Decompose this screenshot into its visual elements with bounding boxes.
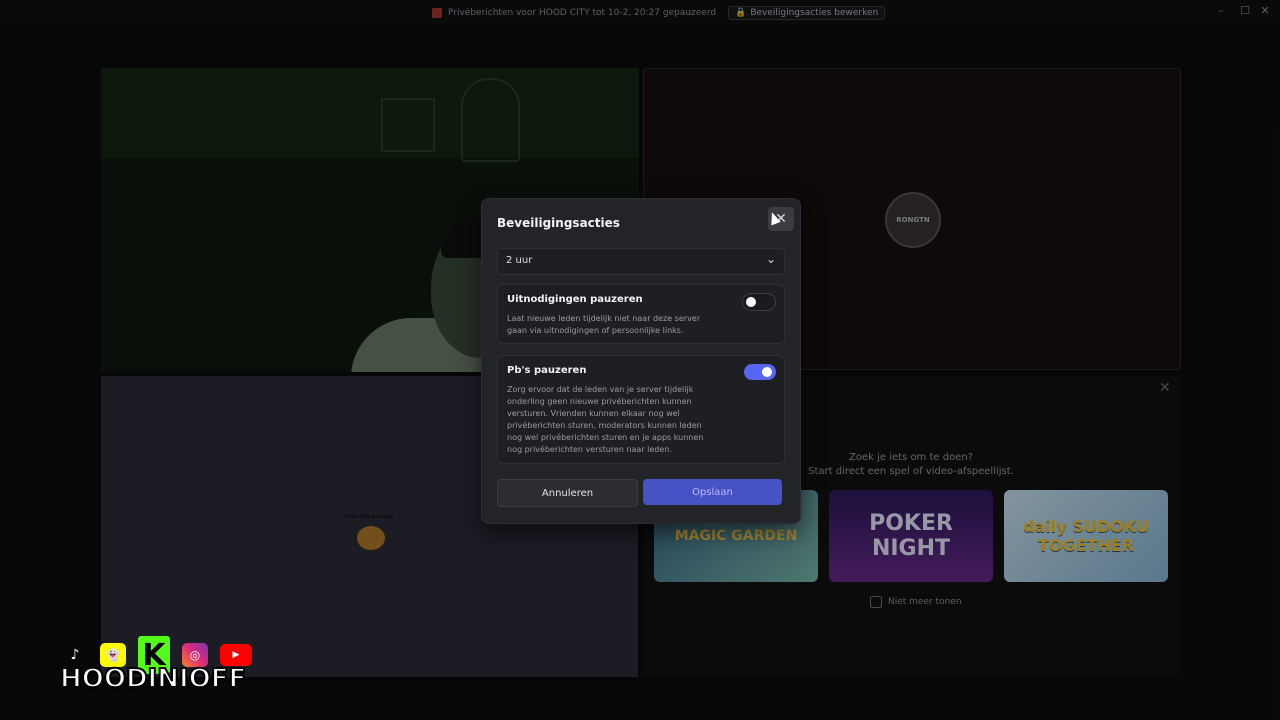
pause-dms-toggle[interactable] (744, 364, 776, 380)
pause-invites-description: Laat nieuwe leden tijdelijk niet naar de… (507, 314, 701, 335)
pause-invites-title: Uitnodigingen pauzeren (507, 294, 643, 305)
streamer-brand: HOODINIOFF (59, 663, 247, 695)
modal-title: Beveiligingsacties (497, 216, 620, 230)
pause-invites-toggle[interactable] (742, 293, 776, 311)
chevron-down-icon: ⌄ (765, 252, 776, 266)
duration-select[interactable]: 2 uur ⌄ (497, 248, 785, 275)
security-actions-modal: Beveiligingsacties ✕ 2 uur ⌄ Uitnodiging… (481, 198, 801, 524)
cancel-button[interactable]: Annuleren (497, 479, 638, 507)
pause-invites-option: Uitnodigingen pauzeren Laat nieuwe leden… (497, 284, 785, 344)
toggle-knob (746, 297, 756, 307)
save-button[interactable]: Opslaan (643, 479, 782, 505)
toggle-knob (762, 367, 772, 377)
pause-dms-title: Pb's pauzeren (507, 365, 587, 376)
youtube-icon: ▶ (220, 644, 252, 666)
pause-dms-option: Pb's pauzeren Zorg ervoor dat de leden v… (497, 355, 785, 464)
pause-dms-description: Zorg ervoor dat de leden van je server t… (507, 385, 704, 454)
duration-value: 2 uur (506, 255, 533, 266)
